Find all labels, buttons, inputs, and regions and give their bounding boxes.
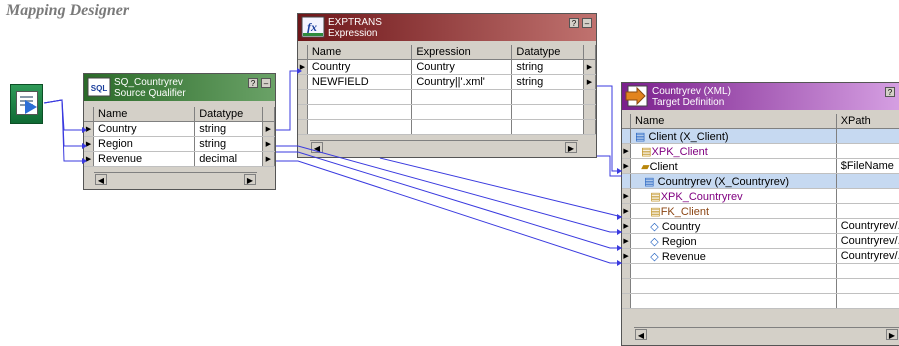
link-arrowhead: [617, 260, 622, 266]
link-arrowhead: [82, 127, 87, 133]
link-sq-country-to-exp: [276, 70, 297, 131]
link-arrowhead: [82, 158, 87, 164]
link-arrowhead: [617, 214, 622, 220]
link-sq-revenue-to-target: [276, 160, 622, 264]
link-arrowhead: [617, 229, 622, 235]
link-arrowhead: [617, 168, 622, 174]
link-arrowhead: [617, 245, 622, 251]
link-lines: [43, 68, 623, 266]
link-arrowhead: [297, 68, 302, 74]
link-exp-country-to-target: [379, 157, 623, 218]
link-arrowhead: [82, 143, 87, 149]
link-sq-region-to-target: [276, 151, 622, 249]
link-sq-country-to-target: [276, 145, 622, 233]
